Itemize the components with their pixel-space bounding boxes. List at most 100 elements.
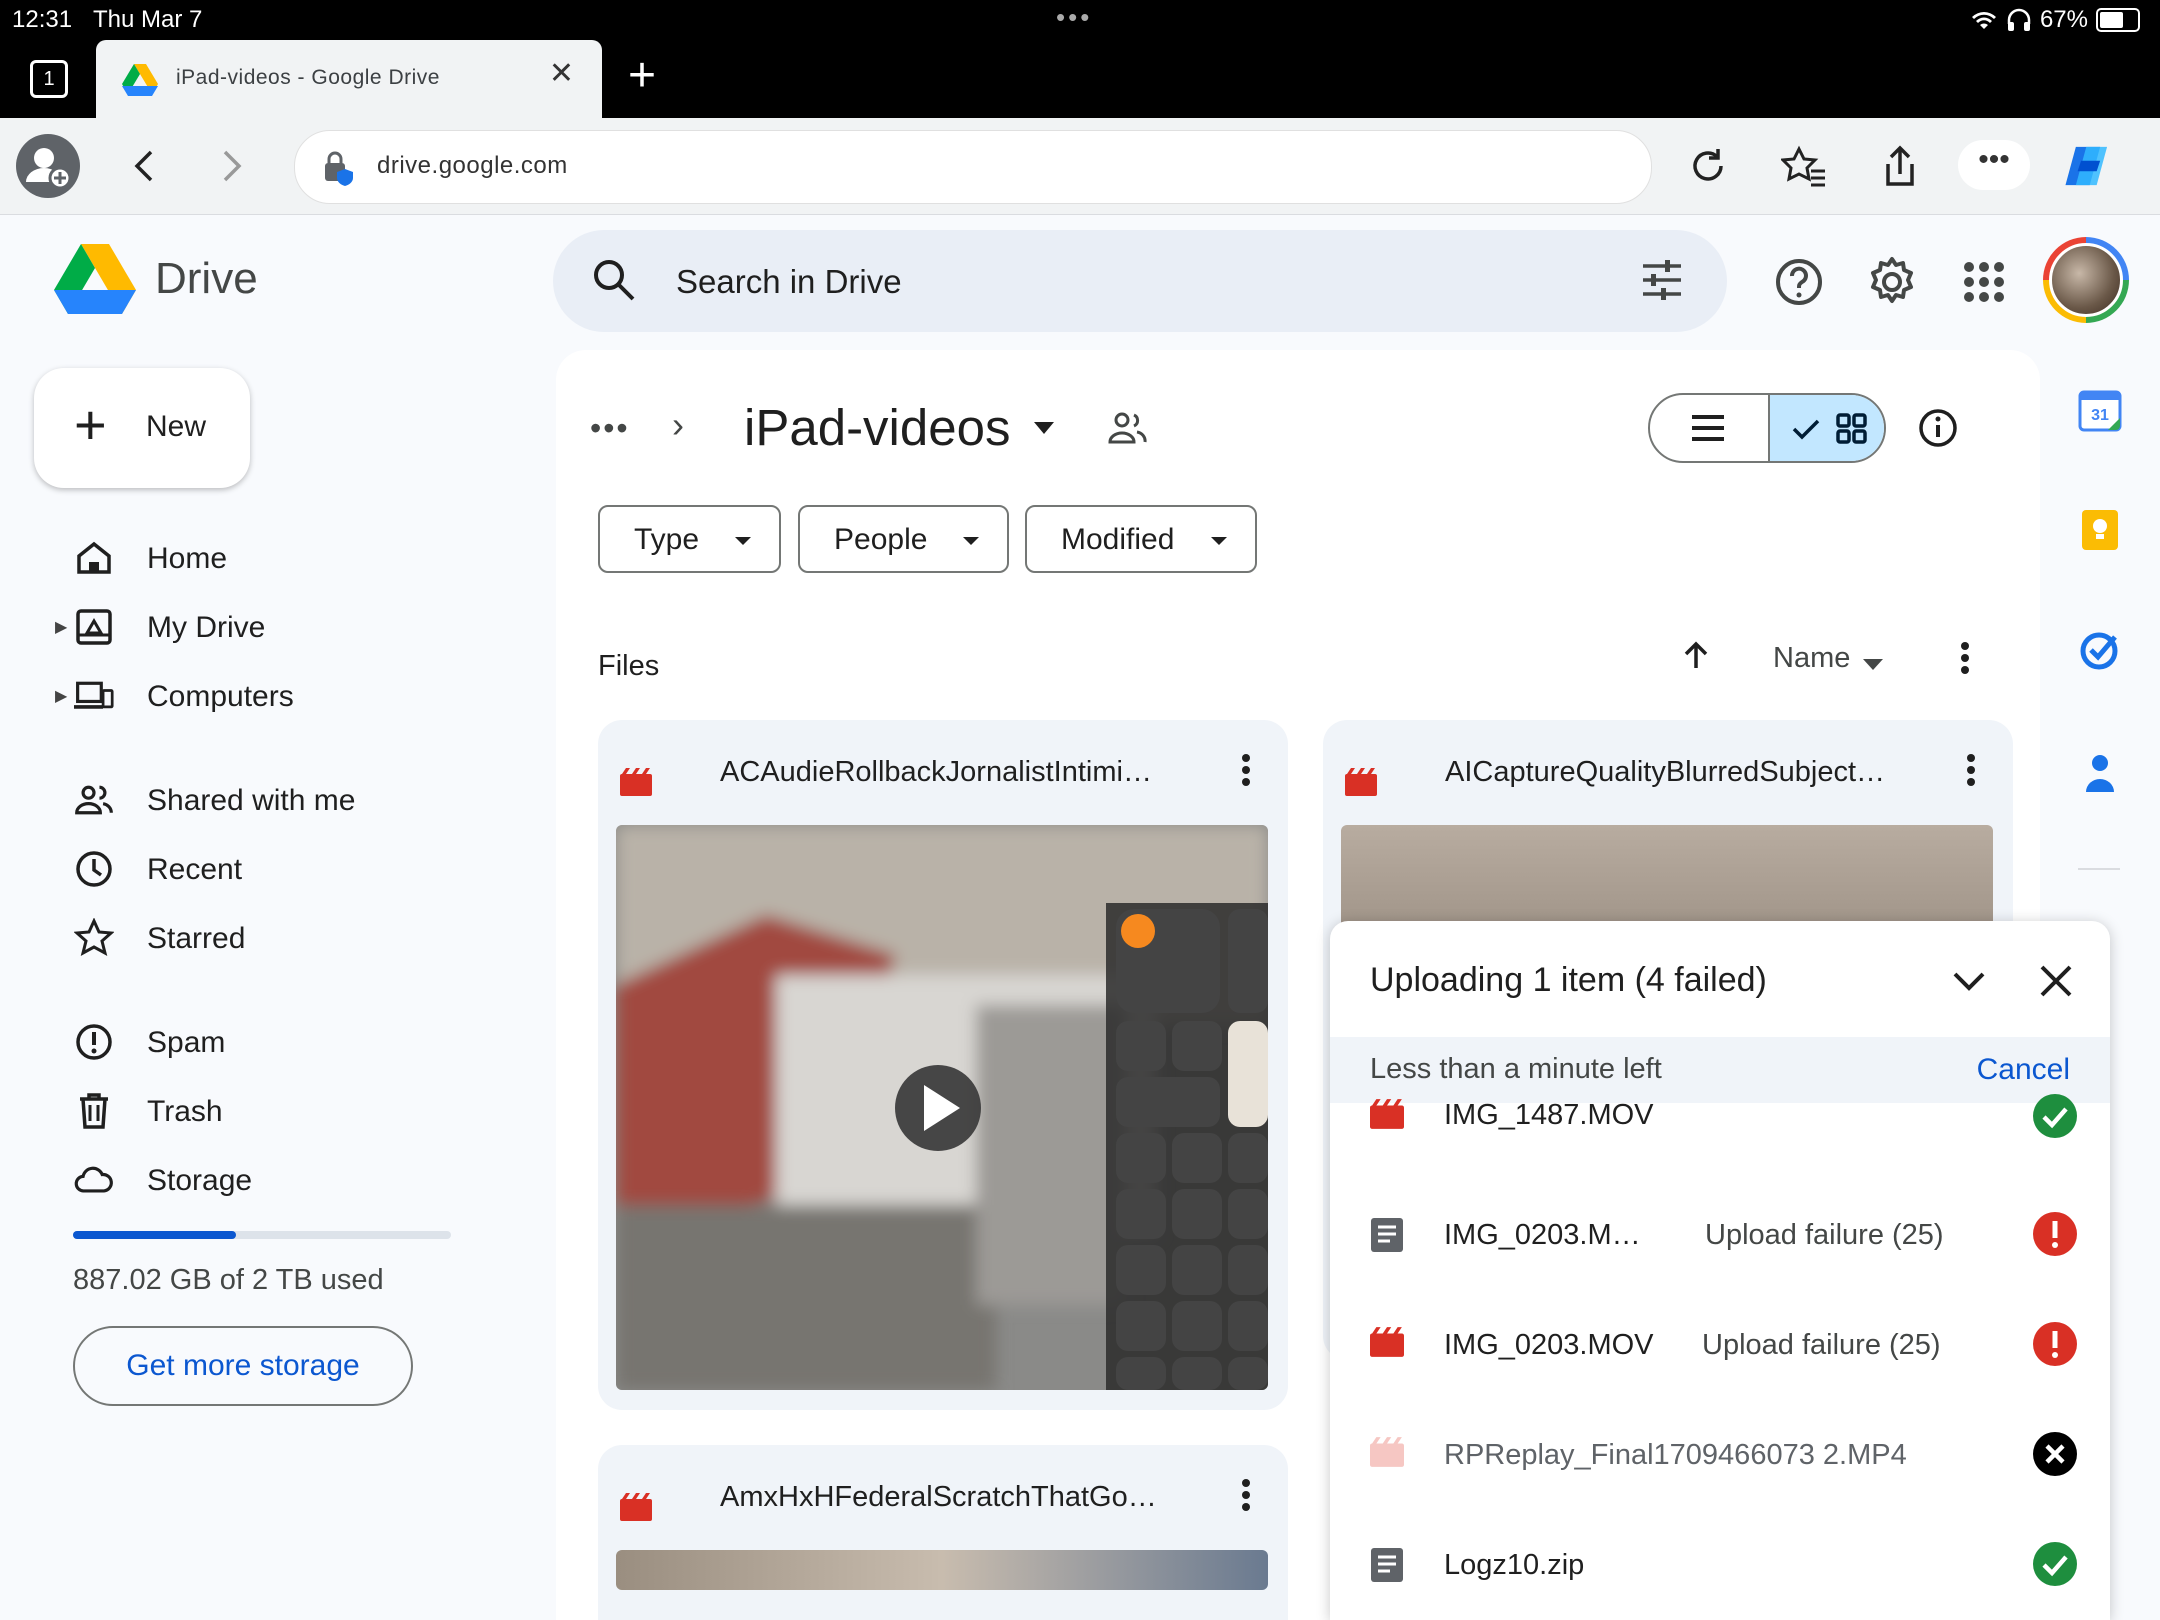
cancel-upload-button[interactable]: Cancel [1977,1053,2070,1087]
folder-shared-icon[interactable] [1106,410,1148,446]
search-input[interactable]: Search in Drive [676,263,902,301]
file-more-icon[interactable] [1242,754,1250,786]
document-file-icon [1371,1548,1403,1582]
contacts-icon[interactable] [2078,750,2122,794]
sidebar-item-home[interactable]: Home [40,528,460,588]
keep-icon[interactable] [2078,508,2122,552]
star-icon [74,918,114,956]
help-icon[interactable] [1773,256,1825,308]
upload-file-name: IMG_1487.MOV [1444,1099,1654,1131]
new-button[interactable]: + New [34,368,250,488]
filter-modified-chip[interactable]: Modified [1025,505,1257,573]
video-thumbnail[interactable] [616,1550,1268,1590]
tasks-icon[interactable] [2078,628,2122,672]
upload-file-name: IMG_0203.M… [1444,1219,1641,1251]
sidebar-item-spam[interactable]: Spam [40,1012,460,1072]
search-bar[interactable]: Search in Drive [553,230,1727,332]
video-thumbnail[interactable] [616,825,1268,1390]
file-card[interactable]: ACAudieRollbackJornalistIntimi… [598,720,1288,1410]
sort-direction-arrow-icon[interactable] [1680,640,1712,672]
back-icon[interactable] [118,140,170,192]
file-name: AmxHxHFederalScratchThatGo… [720,1481,1157,1513]
info-icon[interactable] [1917,407,1959,449]
sidebar-item-storage[interactable]: Storage [40,1150,460,1210]
upload-error-icon[interactable] [2032,1321,2078,1367]
new-tab-button[interactable]: + [628,48,656,103]
filter-people-chip[interactable]: People [798,505,1009,573]
upload-cancelled-icon[interactable] [2032,1431,2078,1477]
grid-view-checked-icon [1792,413,1867,444]
sidebar-item-computers[interactable]: ▶ Computers [40,666,460,726]
copilot-icon[interactable] [2062,140,2114,192]
sidebar-item-trash[interactable]: Trash [40,1081,460,1141]
headphones-icon [2007,8,2031,31]
sort-dropdown-icon[interactable] [1863,659,1883,671]
reload-icon[interactable] [1682,140,1734,192]
browser-profile-icon[interactable] [16,134,80,198]
collapse-chevron-icon[interactable] [1952,971,1986,993]
upload-file-name: Logz10.zip [1444,1549,1585,1581]
folder-menu-dropdown-icon[interactable] [1032,420,1056,436]
upload-row[interactable]: IMG_0203.MOV Upload failure (25) [1330,1307,2110,1387]
expand-caret-icon[interactable]: ▶ [55,617,67,637]
calendar-icon[interactable]: 31 [2078,388,2122,432]
upload-row[interactable]: RPReplay_Final1709466073 2.MP4 [1330,1417,2110,1497]
dropdown-arrow-icon [1211,537,1227,545]
address-bar[interactable]: drive.google.com [294,130,1652,204]
battery-icon [2096,8,2140,32]
sidebar-item-my-drive[interactable]: ▶ My Drive [40,597,460,657]
tab-title: iPad-videos - Google Drive [176,66,440,89]
search-options-icon[interactable] [1641,260,1683,300]
apps-grid-icon[interactable] [1958,256,2010,308]
account-avatar[interactable] [2043,237,2129,323]
sidebar-item-starred[interactable]: Starred [40,908,460,968]
status-right: 67% [1970,6,2140,34]
breadcrumb-more-button[interactable]: ••• [590,410,630,447]
app-name[interactable]: Drive [155,254,258,304]
upload-success-icon [2033,1542,2077,1586]
status-bar: 12:31 Thu Mar 7 ••• 67% [0,0,2160,40]
more-menu-button[interactable]: ••• [1958,140,2030,190]
new-button-label: New [146,410,207,443]
drive-logo-icon[interactable] [54,244,136,321]
upload-row[interactable]: Logz10.zip [1330,1527,2110,1607]
close-tab-icon[interactable]: ✕ [549,56,574,91]
video-file-icon [1370,1099,1404,1129]
upload-progress-panel: Uploading 1 item (4 failed) Less than a … [1330,921,2110,1620]
browser-toolbar: drive.google.com ••• [0,118,2160,215]
sidebar-item-label: Spam [147,1026,226,1059]
favorites-icon[interactable] [1778,140,1830,192]
share-icon[interactable] [1874,140,1926,192]
file-more-icon[interactable] [1967,754,1975,786]
status-time: 12:31 [12,6,73,33]
get-more-storage-button[interactable]: Get more storage [73,1326,413,1406]
site-security-icon[interactable] [321,151,357,187]
layout-toggle[interactable] [1648,393,1886,463]
file-more-icon[interactable] [1242,1479,1250,1511]
sort-by-button[interactable]: Name [1773,642,1850,675]
shared-icon [75,785,113,815]
upload-success-icon [2033,1094,2077,1138]
close-panel-icon[interactable] [2038,963,2074,999]
sidebar-item-shared[interactable]: Shared with me [40,770,460,830]
status-date: Thu Mar 7 [93,6,203,33]
forward-icon[interactable] [206,140,258,192]
upload-file-name: IMG_0203.MOV [1444,1329,1654,1361]
upload-error-icon[interactable] [2032,1211,2078,1257]
tab-drive[interactable]: iPad-videos - Google Drive ✕ [96,40,602,118]
svg-text:31: 31 [2091,407,2109,424]
upload-row[interactable]: IMG_1487.MOV [1330,1093,2110,1149]
expand-caret-icon[interactable]: ▶ [55,686,67,706]
tab-switcher-button[interactable]: 1 [30,60,68,98]
multitask-dots-icon[interactable]: ••• [1056,2,1092,33]
search-icon[interactable] [591,257,637,303]
list-view-button[interactable] [1650,395,1768,461]
settings-gear-icon[interactable] [1866,256,1918,308]
more-options-icon[interactable] [1960,642,1970,674]
grid-view-button[interactable] [1768,395,1884,461]
upload-row[interactable]: IMG_0203.M… Upload failure (25) [1330,1197,2110,1277]
folder-title[interactable]: iPad-videos [744,398,1010,457]
filter-type-chip[interactable]: Type [598,505,781,573]
sidebar-item-recent[interactable]: Recent [40,839,460,899]
file-card[interactable]: AmxHxHFederalScratchThatGo… [598,1445,1288,1620]
